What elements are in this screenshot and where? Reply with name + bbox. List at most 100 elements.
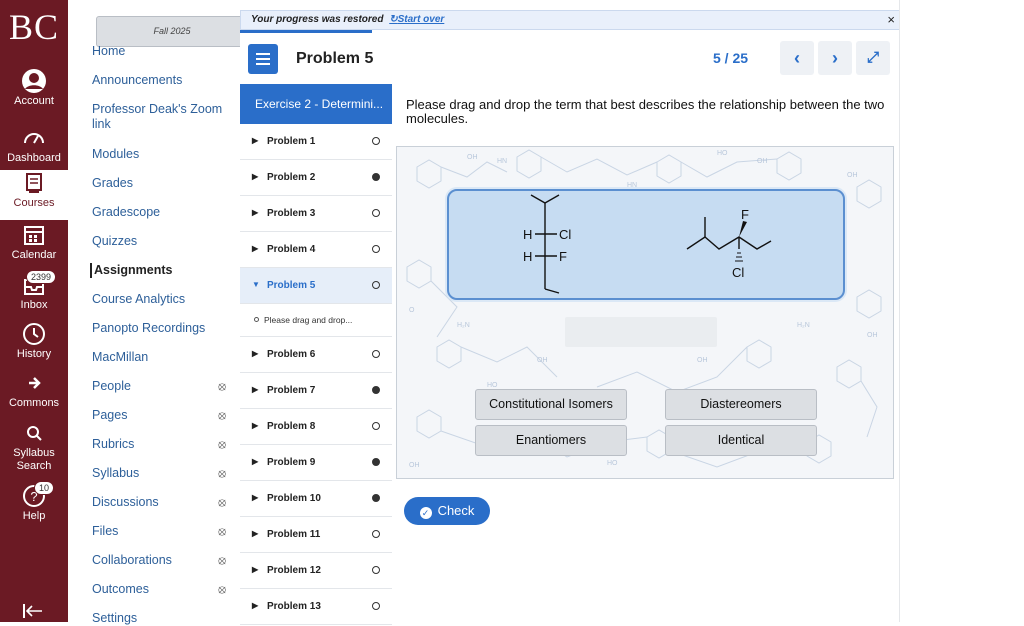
account-icon: [22, 69, 46, 93]
global-nav-label: Dashboard: [7, 152, 61, 164]
status-open-icon: [372, 530, 380, 538]
svg-text:H₂N: H₂N: [797, 322, 810, 329]
exercise-header[interactable]: Exercise 2 - Determini...: [240, 84, 392, 124]
commons-icon: [29, 377, 41, 389]
global-nav-label: Calendar: [11, 249, 57, 261]
svg-text:OH: OH: [537, 357, 548, 364]
content-right-border: [899, 0, 900, 622]
course-nav-assignments[interactable]: Assignments: [90, 263, 230, 278]
hidden-eye-icon: ⦻: [218, 582, 226, 596]
svg-text:HN: HN: [627, 182, 637, 189]
start-over-link[interactable]: ↻Start over: [389, 14, 444, 25]
previous-problem-button[interactable]: ‹: [780, 41, 814, 75]
course-nav-files[interactable]: Files: [92, 524, 232, 539]
hidden-eye-icon: ⦻: [218, 437, 226, 451]
problem-row-12[interactable]: ▶ Problem 12: [240, 553, 392, 589]
svg-text:HN: HN: [497, 158, 507, 165]
global-nav-commons[interactable]: Commons: [0, 370, 68, 420]
hamburger-line: [256, 53, 270, 55]
problem-label: Problem 3: [267, 208, 316, 219]
molecule-structures: H Cl H F F Cl: [523, 194, 772, 294]
problem-row-7[interactable]: ▶ Problem 7: [240, 373, 392, 409]
problem-5-part[interactable]: Please drag and drop...: [240, 304, 392, 337]
course-nav-outcomes[interactable]: Outcomes: [92, 582, 232, 597]
problem-row-2[interactable]: ▶ Problem 2: [240, 160, 392, 196]
term-enantiomers[interactable]: Enantiomers: [475, 425, 627, 456]
problem-row-10[interactable]: ▶ Problem 10: [240, 481, 392, 517]
svg-text:H₂N: H₂N: [457, 322, 470, 329]
next-problem-button[interactable]: ›: [818, 41, 852, 75]
part-dot-icon: [254, 317, 259, 322]
global-nav-dashboard[interactable]: Dashboard: [0, 125, 68, 175]
svg-text:HO: HO: [487, 382, 498, 389]
course-nav-settings[interactable]: Settings: [92, 611, 232, 626]
term-constitutional-isomers[interactable]: Constitutional Isomers: [475, 389, 627, 420]
problem-row-4[interactable]: ▶ Problem 4: [240, 232, 392, 268]
course-nav-zoom-link[interactable]: Professor Deak's Zoom link: [92, 102, 232, 132]
problem-row-5[interactable]: ▼ Problem 5: [240, 268, 392, 304]
course-nav-gradescope[interactable]: Gradescope: [92, 205, 232, 220]
refresh-icon: ↻: [389, 14, 398, 25]
status-open-icon: [372, 209, 380, 217]
institution-logo[interactable]: BC: [0, 6, 68, 48]
start-over-label: Start over: [397, 14, 445, 25]
inbox-count-badge: 2399: [26, 270, 57, 284]
problem-row-8[interactable]: ▶ Problem 8: [240, 409, 392, 445]
problem-label: Problem 13: [267, 601, 321, 612]
problem-label: Problem 7: [267, 385, 316, 396]
syllabus-search-icon: [27, 426, 42, 441]
status-done-icon: [372, 494, 380, 502]
problem-label: Problem 12: [267, 565, 321, 576]
answer-drop-zone[interactable]: [565, 317, 717, 347]
course-nav-grades[interactable]: Grades: [92, 176, 232, 191]
menu-button[interactable]: [248, 44, 278, 74]
close-notice-button[interactable]: ×: [887, 12, 895, 27]
course-nav-home[interactable]: Home: [92, 44, 232, 59]
problem-label: Problem 1: [267, 136, 316, 147]
global-nav-syllabus-search[interactable]: Syllabus Search: [0, 420, 68, 472]
problem-row-9[interactable]: ▶ Problem 9: [240, 445, 392, 481]
global-nav-courses[interactable]: Courses: [0, 170, 68, 220]
problem-row-3[interactable]: ▶ Problem 3: [240, 196, 392, 232]
course-nav-discussions[interactable]: Discussions: [92, 495, 232, 510]
course-nav-collaborations[interactable]: Collaborations: [92, 553, 232, 568]
problem-row-6[interactable]: ▶ Problem 6: [240, 337, 392, 373]
help-count-badge: 10: [34, 481, 55, 495]
expand-triangle-icon: ▶: [252, 421, 259, 430]
svg-text:OH: OH: [867, 332, 878, 339]
problem-label: Problem 6: [267, 349, 316, 360]
progress-bar: [240, 30, 372, 33]
expand-triangle-icon: ▶: [252, 493, 259, 502]
course-nav-modules[interactable]: Modules: [92, 147, 232, 162]
problem-counter: 5 / 25: [713, 50, 749, 66]
global-nav-account[interactable]: Account: [0, 68, 68, 118]
problem-row-1[interactable]: ▶ Problem 1: [240, 124, 392, 160]
course-nav-rubrics[interactable]: Rubrics: [92, 437, 232, 452]
term-identical[interactable]: Identical: [665, 425, 817, 456]
course-nav-panopto[interactable]: Panopto Recordings: [92, 321, 232, 336]
global-nav-label: Account: [14, 95, 54, 107]
collapse-nav-icon[interactable]: [22, 604, 44, 618]
course-nav-quizzes[interactable]: Quizzes: [92, 234, 232, 249]
expand-triangle-icon: ▶: [252, 244, 259, 253]
global-nav-calendar[interactable]: Calendar: [0, 222, 68, 272]
expand-triangle-icon: ▶: [252, 172, 259, 181]
top-tabs: [240, 0, 370, 13]
status-open-icon: [372, 422, 380, 430]
problem-row-11[interactable]: ▶ Problem 11: [240, 517, 392, 553]
global-nav-history[interactable]: History: [0, 321, 68, 371]
course-nav-macmillan[interactable]: MacMillan: [92, 350, 232, 365]
problem-row-13[interactable]: ▶ Problem 13: [240, 589, 392, 625]
course-nav-announcements[interactable]: Announcements: [92, 73, 232, 88]
expand-button[interactable]: ⤢: [856, 41, 890, 75]
course-nav-people[interactable]: People: [92, 379, 232, 394]
course-nav-pages[interactable]: Pages: [92, 408, 232, 423]
course-nav: Fall 2025 Home Announcements Professor D…: [68, 0, 248, 625]
course-nav-syllabus[interactable]: Syllabus: [92, 466, 232, 481]
course-nav-course-analytics[interactable]: Course Analytics: [92, 292, 232, 307]
term-diastereomers[interactable]: Diastereomers: [665, 389, 817, 420]
status-open-icon: [372, 350, 380, 358]
atom-label: F: [559, 249, 567, 264]
check-button[interactable]: ✓ Check: [404, 497, 490, 525]
atom-label: F: [741, 207, 749, 222]
